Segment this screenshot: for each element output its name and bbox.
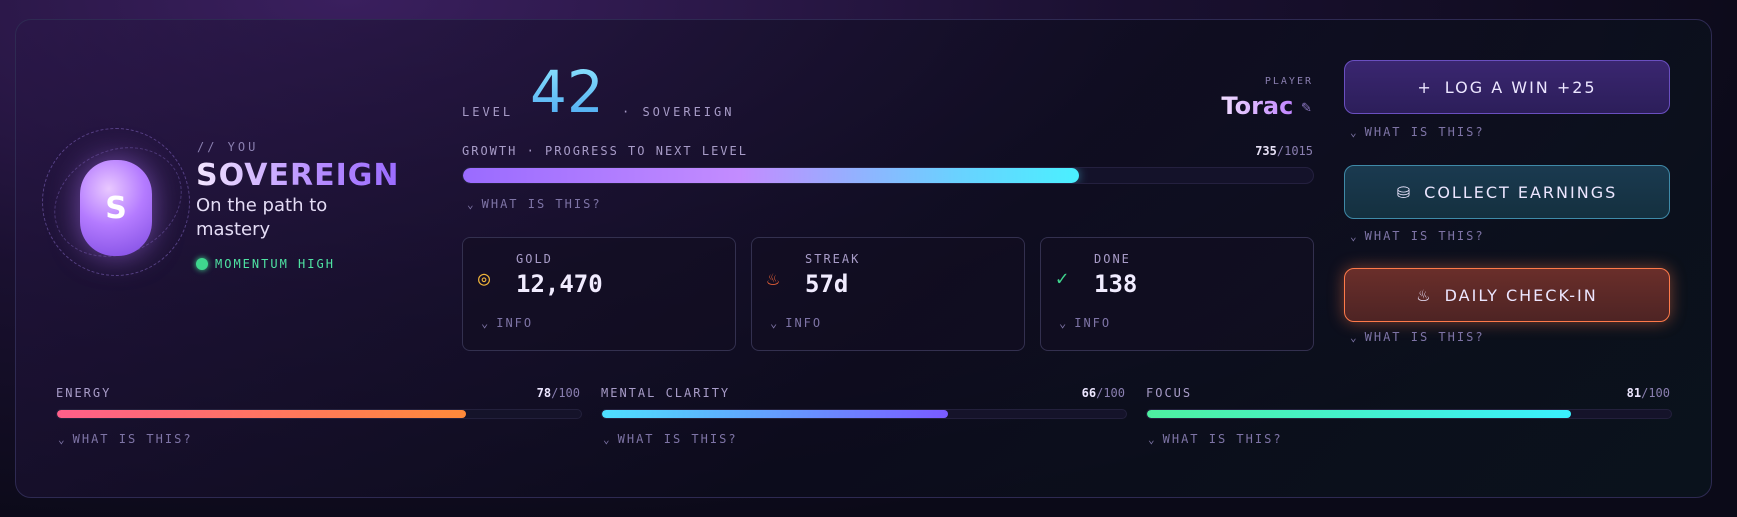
stat-tile-streak: ♨ STREAK 57d ⌄ INFO <box>751 237 1025 351</box>
chevron-down-icon: ⌄ <box>1059 316 1069 330</box>
player-name-row[interactable]: Torac ✎ <box>1221 92 1311 120</box>
chevron-down-icon: ⌄ <box>1350 229 1359 243</box>
stat-tile-done: ✓ DONE 138 ⌄ INFO <box>1040 237 1314 351</box>
chevron-down-icon: ⌄ <box>1350 125 1359 139</box>
chevron-down-icon: ⌄ <box>1148 432 1157 446</box>
level-number: 42 <box>530 58 604 126</box>
player-label: PLAYER <box>1264 76 1313 87</box>
growth-help-toggle[interactable]: ⌄ WHAT IS THIS? <box>467 197 602 211</box>
collect-help-toggle[interactable]: ⌄ WHAT IS THIS? <box>1350 229 1485 243</box>
stat-tile-gold: ◎ GOLD 12,470 ⌄ INFO <box>462 237 736 351</box>
player-name: Torac <box>1221 92 1294 120</box>
level-rank: · SOVEREIGN <box>622 105 735 119</box>
plus-icon: + <box>1417 77 1433 97</box>
mental-clarity-help-toggle[interactable]: ⌄ WHAT IS THIS? <box>603 432 738 446</box>
chevron-down-icon: ⌄ <box>770 316 780 330</box>
stat-label: GOLD <box>516 252 553 266</box>
growth-progress-bar <box>462 167 1314 184</box>
collect-earnings-button[interactable]: ⛁ COLLECT EARNINGS <box>1344 165 1670 219</box>
momentum-label: MOMENTUM HIGH <box>215 257 335 271</box>
daily-help-toggle[interactable]: ⌄ WHAT IS THIS? <box>1350 330 1485 344</box>
level-label: LEVEL <box>462 105 514 119</box>
meter-label-mental-clarity: MENTAL CLARITY <box>601 386 731 400</box>
stat-label: STREAK <box>805 252 861 266</box>
log-win-button[interactable]: + LOG A WIN +25 <box>1344 60 1670 114</box>
check-circle-icon: ✓ <box>1056 266 1069 290</box>
energy-help-toggle[interactable]: ⌄ WHAT IS THIS? <box>58 432 193 446</box>
meter-value-focus: 81/100 <box>1626 386 1670 400</box>
stat-info-toggle[interactable]: ⌄ INFO <box>770 316 822 330</box>
growth-progress-fill <box>463 168 1079 183</box>
chevron-down-icon: ⌄ <box>481 316 491 330</box>
stat-value: 57d <box>805 270 849 298</box>
growth-value: 735/1015 <box>1255 144 1313 158</box>
meter-value-energy: 78/100 <box>536 386 580 400</box>
meter-fill <box>57 410 466 418</box>
stat-info-toggle[interactable]: ⌄ INFO <box>481 316 533 330</box>
stat-value: 12,470 <box>516 270 603 298</box>
meter-bar-energy <box>56 409 582 419</box>
avatar-orbit: S <box>36 126 200 278</box>
meter-fill <box>1147 410 1572 418</box>
flame-icon: ♨ <box>1416 285 1433 305</box>
momentum-status: MOMENTUM HIGH <box>196 257 335 271</box>
coins-icon: ◎ <box>478 266 491 290</box>
meter-fill <box>602 410 948 418</box>
daily-check-in-button[interactable]: ♨ DAILY CHECK-IN <box>1344 268 1670 322</box>
meter-label-focus: FOCUS <box>1146 386 1193 400</box>
growth-label: GROWTH · PROGRESS TO NEXT LEVEL <box>462 144 748 158</box>
meter-value-mental-clarity: 66/100 <box>1081 386 1125 400</box>
chevron-down-icon: ⌄ <box>467 197 476 211</box>
tagline: On the path to mastery <box>196 195 328 240</box>
chevron-down-icon: ⌄ <box>603 432 612 446</box>
edit-pencil-icon[interactable]: ✎ <box>1301 97 1311 116</box>
status-dot-icon <box>196 258 208 270</box>
meter-label-energy: ENERGY <box>56 386 112 400</box>
log-win-help-toggle[interactable]: ⌄ WHAT IS THIS? <box>1350 125 1485 139</box>
stat-info-toggle[interactable]: ⌄ INFO <box>1059 316 1111 330</box>
focus-help-toggle[interactable]: ⌄ WHAT IS THIS? <box>1148 432 1283 446</box>
stat-label: DONE <box>1094 252 1131 266</box>
meter-bar-focus <box>1146 409 1672 419</box>
stat-value: 138 <box>1094 270 1138 298</box>
avatar[interactable]: S <box>80 160 152 256</box>
chevron-down-icon: ⌄ <box>58 432 67 446</box>
meter-bar-mental-clarity <box>601 409 1127 419</box>
money-icon: ⛁ <box>1396 182 1413 202</box>
chevron-down-icon: ⌄ <box>1350 330 1359 344</box>
rank-title: SOVEREIGN <box>196 158 400 193</box>
you-label: // YOU <box>197 140 259 154</box>
flame-icon: ♨ <box>767 266 780 290</box>
